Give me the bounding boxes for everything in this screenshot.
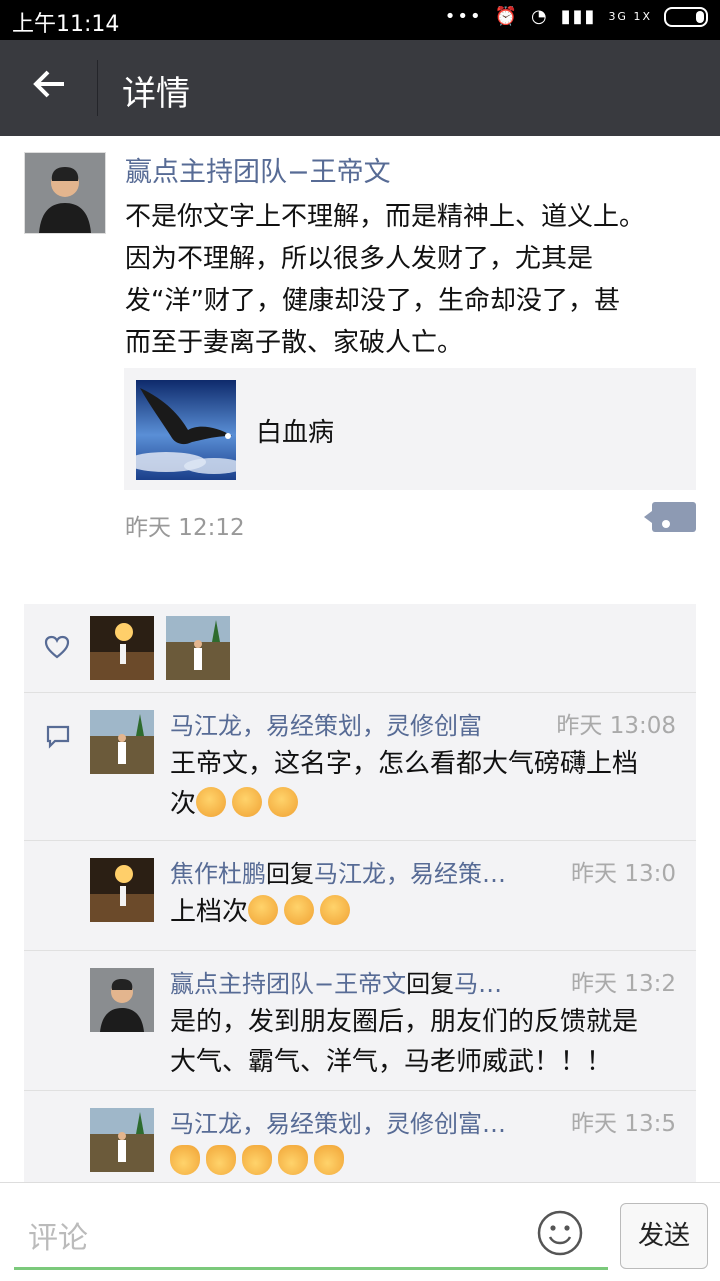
like-avatar[interactable] — [90, 616, 154, 680]
reply-target-name[interactable]: 马江龙，易经策… — [314, 860, 506, 888]
comment-line: 大气、霸气、洋气，马老师威武！！！ — [170, 1047, 613, 1077]
commenter-name[interactable]: 马江龙，易经策划，灵修创富 — [170, 712, 482, 740]
wifi-icon: ◔ — [531, 6, 549, 27]
commenter-avatar[interactable] — [90, 858, 154, 922]
victory-hand-emoji-icon — [242, 1145, 272, 1175]
reply-target-name[interactable]: 马… — [454, 970, 502, 998]
commenter-name[interactable]: 赢点主持团队−王帝文 — [170, 970, 406, 998]
comment-line: 王帝文，这名字，怎么看都大气磅礴上档 — [170, 749, 639, 779]
emoji-picker-icon[interactable] — [536, 1209, 584, 1257]
reply-word: 回复 — [406, 970, 455, 998]
comment-item[interactable]: 赢点主持团队−王帝文回复马… 昨天 13:2 是的，发到朋友圈后，朋友们的反馈就… — [24, 950, 696, 1091]
comment-line: 次 — [170, 789, 197, 819]
likes-row — [24, 604, 696, 693]
victory-hand-emoji-icon — [314, 1145, 344, 1175]
fist-emoji-icon — [268, 787, 299, 817]
status-time: 上午11:14 — [12, 12, 120, 37]
comment-line: 上档次 — [170, 897, 249, 927]
comment-time: 昨天 13:2 — [559, 964, 676, 998]
comment-line-with-emoji: 上档次 — [170, 892, 690, 932]
alarm-icon: ⏰ — [494, 6, 519, 27]
commenter-avatar[interactable] — [90, 710, 154, 774]
shared-link-card[interactable]: 白血病 — [124, 368, 696, 490]
link-title: 白血病 — [256, 418, 335, 448]
author-avatar[interactable] — [24, 152, 106, 234]
commenter-avatar[interactable] — [90, 968, 154, 1032]
comment-like-menu-button[interactable] — [644, 502, 696, 547]
network-type-label: 3G 1X — [608, 10, 652, 23]
comment-line-with-emoji: 次 — [170, 784, 690, 824]
comment-text: 上档次 — [170, 892, 690, 932]
comment-text: 王帝文，这名字，怎么看都大气磅礴上档 次 — [170, 744, 690, 824]
like-avatar[interactable] — [166, 616, 230, 680]
comment-input[interactable]: 评论 — [28, 1213, 88, 1257]
back-arrow-icon[interactable] — [26, 64, 74, 112]
comment-header: 马江龙，易经策划，灵修创富… 昨天 13:5 — [170, 1104, 676, 1140]
comment-line: 是的，发到朋友圈后，朋友们的反馈就是 — [170, 1007, 639, 1037]
more-dots-icon: ••• — [444, 6, 483, 27]
post-text-line: 因为不理解，所以很多人发财了，尤其是 — [125, 244, 594, 274]
more-dots-icon — [662, 513, 686, 547]
app-bar-divider — [97, 60, 98, 116]
comments-panel: 马江龙，易经策划，灵修创富 昨天 13:08 王帝文，这名字，怎么看都大气磅礴上… — [24, 604, 696, 1184]
reply-word: 回复 — [266, 860, 314, 888]
post-author-name[interactable]: 赢点主持团队−王帝文 — [125, 150, 391, 189]
comment-item[interactable]: 焦作杜鹏回复马江龙，易经策… 昨天 13:0 上档次 — [24, 840, 696, 951]
comment-time: 昨天 13:08 — [544, 706, 676, 740]
status-icons: ••• ⏰ ◔ ▮▮▮ 3G 1X — [445, 6, 708, 27]
comment-text — [170, 1142, 690, 1182]
victory-hand-emoji-icon — [170, 1145, 200, 1175]
fist-emoji-icon — [284, 895, 315, 925]
signal-icon: ▮▮▮ — [560, 6, 597, 27]
commenter-name[interactable]: 焦作杜鹏 — [170, 860, 266, 888]
send-button[interactable]: 发送 — [620, 1203, 708, 1269]
app-bar: 详情 — [0, 40, 720, 136]
post-text: 不是你文字上不理解，而是精神上、道义上。 因为不理解，所以很多人发财了，尤其是 … — [125, 196, 695, 364]
comment-item[interactable]: 马江龙，易经策划，灵修创富… 昨天 13:5 — [24, 1090, 696, 1184]
input-underline — [14, 1267, 608, 1270]
post-text-line: 发“洋”财了，健康却没了，生命却没了，甚 — [125, 286, 620, 316]
eagle-image — [126, 380, 244, 480]
victory-hand-emoji-icon — [206, 1145, 236, 1175]
fist-emoji-icon — [248, 895, 279, 925]
commenter-avatar[interactable] — [90, 1108, 154, 1172]
post-text-line: 而至于妻离子散、家破人亡。 — [125, 328, 464, 358]
post-time: 昨天 12:12 — [125, 515, 245, 541]
comment-emoji-line — [170, 1142, 690, 1182]
fist-emoji-icon — [320, 895, 351, 925]
comment-header: 焦作杜鹏回复马江龙，易经策… 昨天 13:0 — [170, 854, 676, 890]
post-text-line: 不是你文字上不理解，而是精神上、道义上。 — [125, 202, 646, 232]
fist-emoji-icon — [232, 787, 263, 817]
comment-item[interactable]: 马江龙，易经策划，灵修创富 昨天 13:08 王帝文，这名字，怎么看都大气磅礴上… — [24, 692, 696, 841]
comment-input-bar: 评论 发送 — [0, 1182, 720, 1281]
comment-header: 赢点主持团队−王帝文回复马… 昨天 13:2 — [170, 964, 676, 1000]
comment-time: 昨天 13:0 — [559, 854, 676, 888]
page-title: 详情 — [122, 74, 190, 114]
comment-header: 马江龙，易经策划，灵修创富 昨天 13:08 — [170, 706, 676, 742]
status-bar: 上午11:14 ••• ⏰ ◔ ▮▮▮ 3G 1X — [0, 0, 720, 40]
battery-icon — [664, 6, 708, 27]
fist-emoji-icon — [196, 787, 227, 817]
commenter-name[interactable]: 马江龙，易经策划，灵修创富… — [170, 1110, 506, 1138]
comment-time: 昨天 13:5 — [559, 1104, 676, 1138]
victory-hand-emoji-icon — [278, 1145, 308, 1175]
heart-icon — [44, 634, 70, 660]
comment-icon — [44, 722, 72, 750]
comment-text: 是的，发到朋友圈后，朋友们的反馈就是 大气、霸气、洋气，马老师威武！！！ — [170, 1002, 690, 1082]
